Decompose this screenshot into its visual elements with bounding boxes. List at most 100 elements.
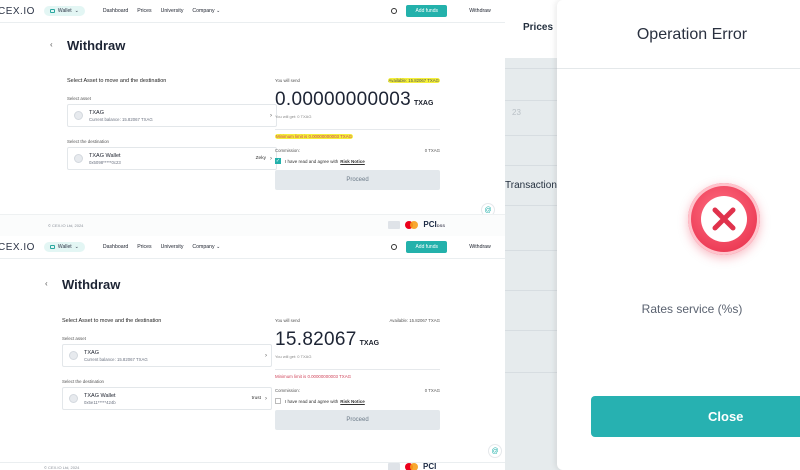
asset-name: TXAG [89, 109, 104, 116]
nav-company[interactable]: Company ⌄ [192, 8, 220, 14]
nav-prices[interactable]: Prices [137, 244, 151, 250]
amount-input[interactable]: 0.00000000003 [275, 89, 411, 111]
nav-dashboard[interactable]: Dashboard [103, 8, 128, 14]
available-balance: Available: 15.82067 TXAG [387, 78, 440, 83]
asset-name: TXAG [84, 349, 99, 356]
commission-value: 0 TXAG [424, 388, 440, 393]
top-navbar: CEX.IO Wallet ⌄ Dashboard Prices Universi… [0, 0, 505, 22]
amount-input[interactable]: 15.82067 [275, 329, 357, 351]
asset-balance: Current balance: 15.82067 TXAG [84, 356, 148, 362]
chevron-right-icon: › [270, 112, 272, 119]
you-will-get: You will get: 0 TXAG [275, 354, 312, 359]
nav-university[interactable]: University [161, 244, 184, 250]
you-will-send-label: You will send [275, 78, 300, 83]
back-arrow-icon[interactable]: ‹ [45, 279, 48, 288]
nav-company[interactable]: Company ⌄ [192, 244, 220, 250]
destination-name: TXAG Wallet [89, 152, 121, 159]
destination-tag: Zeky [255, 156, 266, 161]
withdraw-nav-button[interactable]: Withdraw [455, 8, 505, 14]
send-card: You will send Available: 15.82067 TXAG 1… [275, 318, 440, 430]
commission-label: Commission: [275, 148, 300, 153]
error-message: Rates service (%s) [641, 302, 743, 316]
nav-university[interactable]: University [161, 8, 184, 14]
destination-name: TXAG Wallet [84, 392, 116, 399]
txag-coin-icon [74, 111, 83, 120]
transactions-heading: Transaction [505, 180, 557, 191]
minimum-limit: Minimum limit is 0.00000000003 TXAG [275, 369, 440, 379]
mastercard-icon [405, 220, 419, 229]
destination-selector[interactable]: TXAG Wallet 0x5e11*****424b trust › [62, 387, 272, 410]
footer: © CEX.IO Ltd, 2024 PCIDSS [0, 214, 505, 236]
top-navbar: CEX.IO Wallet ⌄ Dashboard Prices Universi… [0, 236, 505, 258]
agree-text: I have read and agree with [285, 398, 339, 404]
chevron-right-icon: › [270, 155, 272, 162]
visa-icon [388, 462, 400, 470]
chevron-down-icon: ⌄ [74, 8, 79, 14]
agree-checkbox[interactable] [275, 398, 281, 404]
page-title: Withdraw [67, 38, 126, 53]
destination-selector[interactable]: TXAG Wallet 0x5098*****0c23 Zeky › [67, 147, 277, 170]
commission-label: Commission: [275, 388, 300, 393]
pci-dss-logo: PCI [423, 462, 437, 470]
txag-coin-icon [69, 351, 78, 360]
user-icon[interactable] [391, 244, 398, 250]
wallet-coin-icon [69, 394, 78, 403]
card-heading: Select Asset to move and the destination [62, 318, 162, 324]
nav-dashboard[interactable]: Dashboard [103, 244, 128, 250]
wallet-dropdown[interactable]: Wallet ⌄ [43, 6, 85, 16]
add-funds-button[interactable]: Add funds [406, 241, 447, 253]
destination-label: Select the destination [67, 139, 109, 144]
agree-checkbox[interactable]: ✓ [275, 158, 281, 164]
withdraw-screen-bottom: CEX.IO Wallet ⌄ Dashboard Prices Universi… [0, 236, 505, 470]
asset-selector[interactable]: TXAG Current balance: 15.82067 TXAG › [62, 344, 272, 367]
user-icon[interactable] [391, 8, 398, 14]
back-arrow-icon[interactable]: ‹ [50, 40, 53, 49]
card-heading: Select Asset to move and the destination [67, 78, 167, 84]
available-balance: Available: 15.82067 TXAG [389, 318, 440, 323]
pci-dss-logo: PCIDSS [423, 220, 445, 229]
withdraw-nav-button[interactable]: Withdraw [455, 244, 505, 250]
you-will-get: You will get: 0 TXAG [275, 114, 312, 119]
send-card: You will send Available: 15.82067 TXAG 0… [275, 78, 440, 190]
wallet-icon [49, 9, 55, 13]
add-funds-button[interactable]: Add funds [406, 5, 447, 17]
strip-number: 23 [512, 108, 521, 117]
destination-label: Select the destination [62, 379, 104, 384]
asset-selection-card: Select Asset to move and the destination… [67, 78, 277, 170]
risk-notice-link[interactable]: Risk Notice [340, 399, 365, 404]
error-icon [688, 183, 760, 255]
asset-balance: Current balance: 15.82067 TXAG [89, 116, 153, 122]
nav-prices[interactable]: Prices [137, 8, 151, 14]
asset-selection-card: Select Asset to move and the destination… [62, 318, 272, 410]
close-button[interactable]: Close [591, 396, 800, 437]
amount-currency: TXAG [413, 100, 434, 107]
copyright: © CEX.IO Ltd, 2024 [48, 223, 84, 228]
risk-notice-link[interactable]: Risk Notice [340, 159, 365, 164]
mastercard-icon [405, 462, 418, 470]
page-title: Withdraw [62, 277, 121, 292]
you-will-send-label: You will send [275, 318, 300, 323]
chevron-down-icon: ⌄ [74, 244, 79, 250]
asset-selector[interactable]: TXAG Current balance: 15.82067 TXAG › [67, 104, 277, 127]
commission-value: 0 TXAG [424, 148, 440, 153]
asset-label: Select asset [67, 96, 91, 101]
copyright: © CEX.IO Ltd, 2024 [44, 465, 80, 470]
logo: CEX.IO [0, 241, 35, 253]
chevron-right-icon: › [265, 395, 267, 402]
destination-address: 0x5098*****0c23 [89, 159, 121, 165]
chat-icon[interactable]: @ [488, 444, 502, 458]
visa-icon [388, 220, 401, 229]
logo: CEX.IO [0, 5, 35, 17]
proceed-button[interactable]: Proceed [275, 170, 440, 190]
chat-icon[interactable]: @ [481, 203, 495, 214]
minimum-limit: Minimum limit is 0.00000000003 TXAG [275, 129, 440, 139]
withdraw-screen-top: CEX.IO Wallet ⌄ Dashboard Prices Universi… [0, 0, 505, 214]
proceed-button[interactable]: Proceed [275, 410, 440, 430]
destination-address: 0x5e11*****424b [84, 399, 116, 405]
amount-currency: TXAG [359, 340, 380, 347]
prices-heading: Prices [523, 22, 554, 33]
wallet-coin-icon [74, 154, 83, 163]
destination-tag: trust [251, 396, 261, 401]
asset-label: Select asset [62, 336, 86, 341]
wallet-dropdown[interactable]: Wallet ⌄ [43, 242, 85, 252]
